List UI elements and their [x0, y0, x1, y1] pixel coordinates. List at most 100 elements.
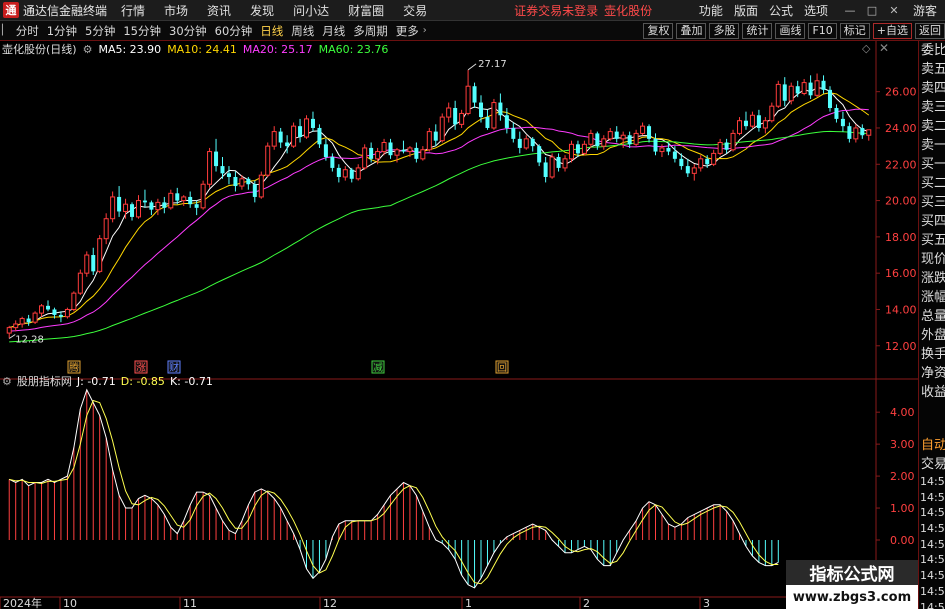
kline-chart[interactable]: 26.0024.0022.0020.0018.0016.0014.0012.00…	[0, 41, 918, 609]
candle-body	[77, 272, 83, 294]
menu-caifuquan[interactable]: 财富圈	[348, 2, 384, 19]
menu-zixun[interactable]: 资讯	[207, 2, 231, 19]
trade-label[interactable]: 交易	[919, 455, 945, 474]
login-warning[interactable]: 证券交易未登录	[514, 2, 598, 19]
menu-banmian[interactable]: 版面	[734, 2, 758, 19]
watermark-text: www.zbgs3.com	[792, 589, 912, 605]
candle-body	[220, 166, 225, 174]
price-tick-label: 20.00	[885, 195, 917, 208]
candle-body	[271, 131, 277, 147]
candle-body	[568, 143, 574, 160]
menu-hangqing[interactable]: 行情	[121, 2, 145, 19]
auto-trade-label[interactable]: 自动	[919, 436, 945, 455]
price-tick-label: 18.00	[885, 231, 917, 244]
menu-shichang[interactable]: 市场	[164, 2, 188, 19]
back-button[interactable]: 返回	[915, 23, 945, 39]
quote-field-0: 委比	[921, 43, 945, 58]
candle-body	[814, 80, 820, 96]
menu-xuanxiang[interactable]: 选项	[804, 2, 828, 19]
event-marker-label: 回	[497, 362, 507, 374]
quote-field-14: 总量	[921, 309, 945, 324]
menu-wenxiaoda[interactable]: 问小达	[293, 2, 329, 19]
price-tick-label: 22.00	[885, 158, 917, 171]
maximize-icon[interactable]: □	[861, 4, 883, 17]
date-tick-label: 11	[183, 597, 197, 609]
tab-15min[interactable]: 15分钟	[119, 23, 165, 39]
menu-gongneng[interactable]: 功能	[699, 2, 723, 19]
tongji-button[interactable]: 统计	[742, 23, 773, 39]
diejia-button[interactable]: 叠加	[676, 23, 707, 39]
biaoji-button[interactable]: 标记	[839, 23, 870, 39]
quote-field-2: 卖四	[921, 81, 945, 96]
candle-body	[795, 86, 800, 94]
candle-body	[517, 138, 522, 148]
candle-body	[620, 134, 626, 140]
candle-body	[769, 105, 775, 122]
date-tick-label: 12	[323, 597, 337, 609]
candle-body	[130, 204, 135, 217]
event-marker-label: 财	[169, 361, 179, 374]
tick-time: 14:54	[920, 490, 945, 504]
tab-more[interactable]: 更多	[392, 23, 423, 39]
candle-body	[285, 142, 290, 147]
candle-body	[84, 254, 90, 274]
candle-body	[304, 118, 310, 138]
candle-body	[808, 82, 813, 96]
minimize-icon[interactable]: —	[839, 4, 861, 17]
candle-body	[13, 323, 19, 329]
duogu-button[interactable]: 多股	[709, 23, 740, 39]
candle-body	[762, 120, 768, 129]
tab-5min[interactable]: 5分钟	[81, 23, 119, 39]
quote-field-4: 卖二	[921, 119, 945, 134]
menu-gongshi[interactable]: 公式	[769, 2, 793, 19]
candle-body	[853, 127, 859, 140]
tab-weekly[interactable]: 周线	[287, 23, 318, 39]
settings-gear-icon[interactable]: ⚙	[83, 43, 93, 56]
guest-label[interactable]: 游客	[913, 2, 937, 19]
candle-body	[394, 149, 400, 156]
candle-body	[834, 108, 839, 119]
tab-30min[interactable]: 30分钟	[165, 23, 211, 39]
sub-settings-icon[interactable]: ⚙	[2, 375, 12, 388]
diamond-icon[interactable]: ◇	[862, 42, 870, 55]
quote-field-7: 买二	[921, 176, 945, 191]
candle-body	[659, 147, 665, 153]
tab-multi-period[interactable]: 多周期	[349, 23, 392, 39]
menu-faxian[interactable]: 发现	[250, 2, 274, 19]
tick-time: 14:55	[920, 537, 945, 551]
tick-time: 14:56	[920, 553, 945, 567]
candle-body	[58, 314, 63, 317]
panel-close-icon[interactable]: ✕	[879, 41, 889, 55]
f10-button[interactable]: F10	[808, 23, 837, 39]
candle-body	[414, 147, 419, 159]
tab-1min[interactable]: 1分钟	[43, 23, 81, 39]
candle-body	[633, 132, 639, 145]
candle-body	[278, 131, 283, 143]
candle-body	[459, 112, 465, 125]
tab-fenshi[interactable]: 分时	[12, 23, 43, 39]
legend-stock: 壶化股份(日线)	[2, 43, 77, 56]
date-tick-label: 2024年	[3, 596, 42, 609]
app-logo-icon: 通	[3, 2, 19, 18]
candle-body	[298, 126, 303, 138]
menu-jiaoyi[interactable]: 交易	[403, 2, 427, 19]
tab-60min[interactable]: 60分钟	[211, 23, 257, 39]
add-watchlist-button[interactable]: +自选	[872, 23, 912, 39]
candle-body	[401, 149, 406, 152]
legend-ma20: MA20: 25.17	[242, 42, 313, 56]
tick-time: 14:54	[920, 475, 945, 488]
candle-body	[705, 158, 710, 165]
quote-field-16: 换手	[921, 347, 945, 362]
chevron-right-icon[interactable]: ›	[423, 25, 427, 36]
tick-time: 14:56	[920, 600, 945, 609]
price-tick-label: 24.00	[885, 122, 917, 135]
fuquan-button[interactable]: 复权	[643, 23, 674, 39]
candle-body	[614, 131, 619, 139]
huaxian-button[interactable]: 画线	[775, 23, 806, 39]
main-legend: 壶化股份(日线) ⚙ MA5: 23.90 MA10: 24.41 MA20: …	[2, 42, 394, 57]
candle-body	[64, 308, 70, 318]
tab-monthly[interactable]: 月线	[318, 23, 349, 39]
tab-daily[interactable]: 日线	[256, 23, 287, 39]
quote-field-15: 外盘	[921, 328, 945, 343]
close-icon[interactable]: ✕	[883, 4, 905, 17]
